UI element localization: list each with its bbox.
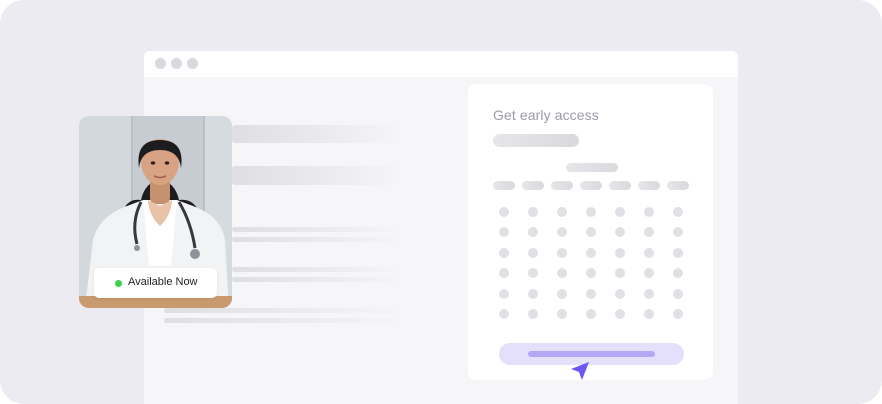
online-dot-icon (115, 280, 122, 287)
calendar-day[interactable] (644, 288, 654, 299)
calendar-day[interactable] (557, 268, 567, 279)
calendar-day[interactable] (615, 247, 625, 258)
calendar-day[interactable] (644, 247, 654, 258)
calendar-day[interactable] (673, 207, 683, 217)
skeleton-line (232, 277, 404, 282)
calendar-day[interactable] (615, 288, 625, 299)
calendar-weekday-placeholder (522, 181, 544, 190)
calendar-day[interactable] (673, 268, 683, 279)
calendar-day[interactable] (528, 227, 538, 238)
calendar-day[interactable] (528, 288, 538, 299)
skeleton-line (232, 267, 404, 272)
calendar-day[interactable] (499, 247, 509, 258)
calendar-day[interactable] (644, 309, 654, 319)
calendar-day[interactable] (499, 309, 509, 319)
calendar-day[interactable] (673, 247, 683, 258)
calendar-day[interactable] (644, 268, 654, 279)
calendar-weekday-placeholder (638, 181, 660, 190)
calendar-weekday-placeholder (580, 181, 602, 190)
calendar-day[interactable] (557, 247, 567, 258)
get-access-button[interactable] (499, 343, 684, 365)
calendar-day[interactable] (615, 207, 625, 217)
calendar-day[interactable] (673, 227, 683, 238)
calendar-weekday-placeholder (493, 181, 515, 190)
status-label: Available Now (128, 276, 198, 288)
window-dot-icon (187, 58, 198, 69)
calendar-day[interactable] (615, 268, 625, 279)
calendar-day[interactable] (528, 207, 538, 217)
calendar-day[interactable] (586, 247, 596, 258)
calendar-day[interactable] (528, 247, 538, 258)
calendar-day[interactable] (586, 227, 596, 238)
calendar-day[interactable] (499, 268, 509, 279)
calendar-weekday-placeholder (667, 181, 689, 190)
calendar-day[interactable] (586, 288, 596, 299)
window-dot-icon (155, 58, 166, 69)
calendar-month-label (566, 163, 618, 172)
calendar-day[interactable] (615, 227, 625, 238)
calendar-day[interactable] (644, 227, 654, 238)
calendar-day[interactable] (586, 309, 596, 319)
window-dot-icon (171, 58, 182, 69)
calendar-day[interactable] (644, 207, 654, 217)
skeleton-line (232, 237, 404, 242)
calendar-day[interactable] (528, 268, 538, 279)
calendar-day[interactable] (615, 309, 625, 319)
early-access-card: Get early access (468, 84, 713, 380)
calendar-day[interactable] (586, 268, 596, 279)
calendar-day[interactable] (499, 288, 509, 299)
cursor-arrow-icon (571, 362, 589, 380)
calendar-day[interactable] (499, 227, 509, 238)
status-badge: Available Now (94, 268, 217, 298)
skeleton-line (232, 227, 404, 232)
calendar-day[interactable] (586, 207, 596, 217)
skeleton-line (164, 318, 404, 323)
calendar-day[interactable] (557, 227, 567, 238)
browser-titlebar (144, 51, 738, 77)
card-title: Get early access (493, 107, 599, 123)
skeleton-field (493, 134, 579, 147)
skeleton-line (164, 308, 404, 313)
calendar-weekday-placeholder (609, 181, 631, 190)
calendar-day[interactable] (673, 309, 683, 319)
calendar-day[interactable] (557, 207, 567, 217)
calendar-day[interactable] (673, 288, 683, 299)
calendar-day[interactable] (528, 309, 538, 319)
calendar-day[interactable] (557, 309, 567, 319)
calendar-weekday-placeholder (551, 181, 573, 190)
skeleton-heading (232, 125, 404, 143)
hero-illustration: Get early access Available Now (0, 0, 882, 404)
calendar-day[interactable] (499, 207, 509, 217)
skeleton-heading (232, 166, 404, 185)
calendar-day[interactable] (557, 288, 567, 299)
button-label-placeholder (528, 351, 655, 357)
